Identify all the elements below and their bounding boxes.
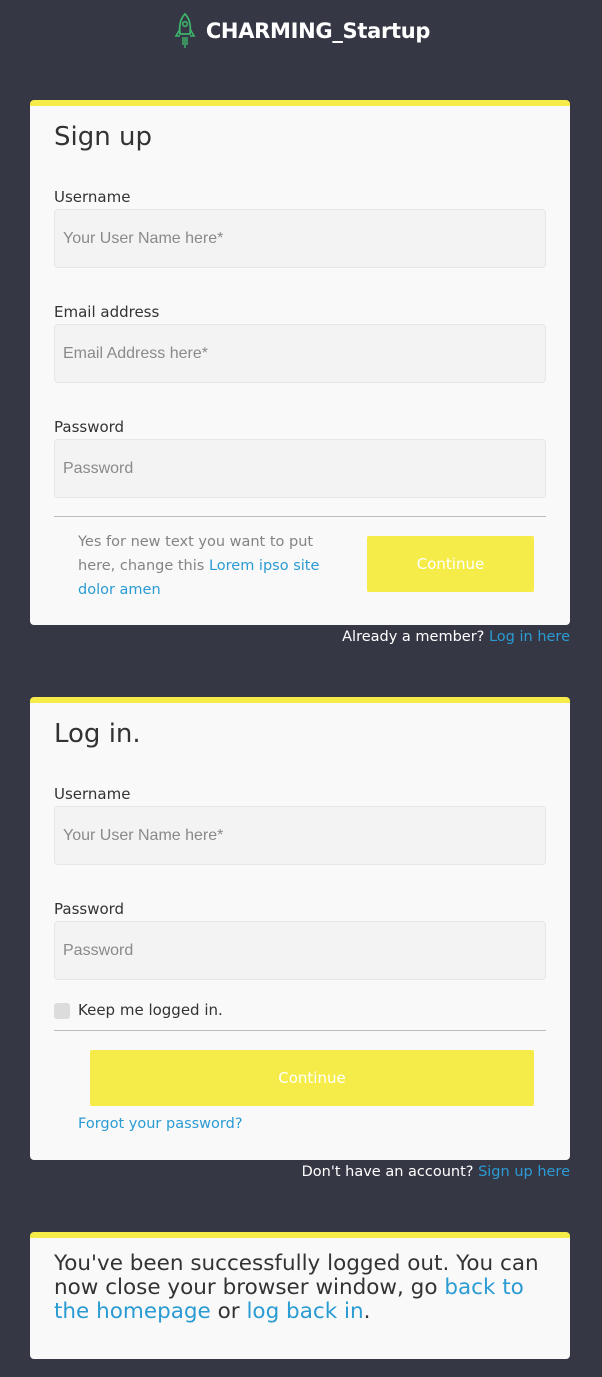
no-account-text: Don't have an account?	[301, 1164, 479, 1180]
no-account-row: Don't have an account? Sign up here	[302, 1164, 570, 1180]
signup-username-input[interactable]	[54, 209, 546, 268]
signup-continue-button[interactable]: Continue	[367, 536, 534, 592]
keep-logged-label[interactable]: Keep me logged in.	[78, 1001, 223, 1019]
signup-here-link[interactable]: Sign up here	[478, 1164, 570, 1180]
login-password-label: Password	[54, 900, 125, 918]
log-back-in-link[interactable]: log back in	[246, 1299, 363, 1324]
brand-header: CHARMING_Startup	[0, 12, 602, 50]
logout-text-2: or	[210, 1299, 247, 1324]
signup-divider	[54, 516, 546, 517]
already-member-row: Already a member? Log in here	[342, 629, 570, 645]
signup-email-input[interactable]	[54, 324, 546, 383]
login-password-input[interactable]	[54, 921, 546, 980]
already-member-text: Already a member?	[342, 629, 489, 645]
signup-password-input[interactable]	[54, 439, 546, 498]
signup-card: Sign up Username Email address Password …	[30, 100, 570, 625]
login-continue-button[interactable]: Continue	[90, 1050, 534, 1106]
login-username-label: Username	[54, 785, 131, 803]
signup-note: Yes for new text you want to put here, c…	[78, 530, 328, 602]
brand-name[interactable]: CHARMING_Startup	[206, 19, 431, 43]
login-title: Log in.	[54, 719, 141, 749]
signup-title: Sign up	[54, 122, 152, 152]
login-divider	[54, 1030, 546, 1031]
login-card: Log in. Username Password Keep me logged…	[30, 697, 570, 1160]
signup-username-label: Username	[54, 188, 131, 206]
login-username-input[interactable]	[54, 806, 546, 865]
logout-message: You've been successfully logged out. You…	[54, 1252, 549, 1324]
signup-password-label: Password	[54, 418, 125, 436]
forgot-password-link[interactable]: Forgot your password?	[78, 1116, 243, 1132]
rocket-icon	[172, 12, 198, 50]
keep-logged-checkbox[interactable]	[54, 1003, 70, 1019]
login-here-link[interactable]: Log in here	[489, 629, 570, 645]
logout-card: You've been successfully logged out. You…	[30, 1232, 570, 1359]
signup-email-label: Email address	[54, 303, 160, 321]
logout-text-3: .	[363, 1299, 371, 1324]
